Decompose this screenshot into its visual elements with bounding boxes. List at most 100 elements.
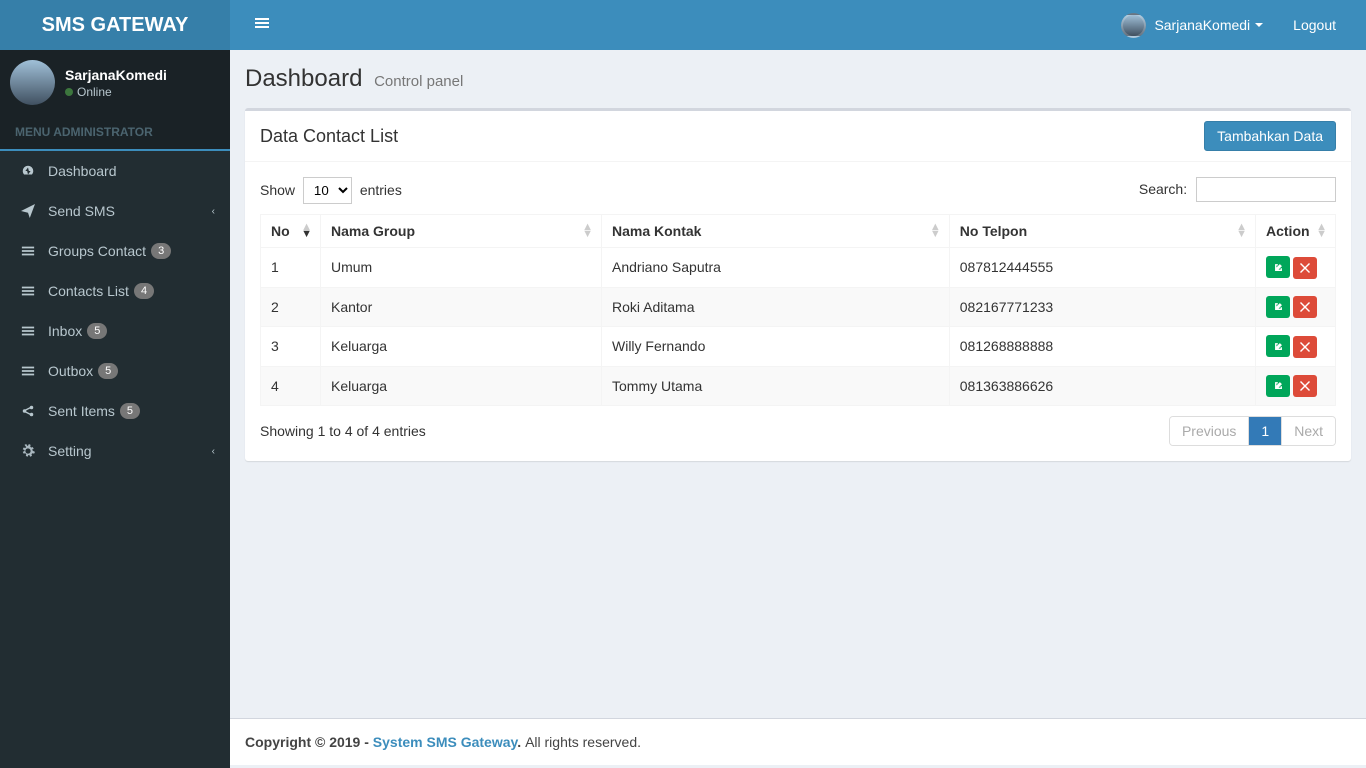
- search-label: Search:: [1139, 181, 1187, 197]
- rights-text: All rights reserved.: [525, 734, 641, 750]
- menu-icon: [255, 16, 269, 30]
- delete-button[interactable]: [1293, 336, 1317, 358]
- user-panel: SarjanaKomedi Online: [0, 50, 230, 115]
- avatar: [1121, 13, 1146, 38]
- col-kontak[interactable]: Nama Kontak ▲▼: [602, 215, 950, 248]
- sidebar-item-label: Setting: [48, 443, 92, 459]
- sidebar-item-outbox[interactable]: Outbox 5: [3, 351, 230, 391]
- col-group[interactable]: Nama Group ▲▼: [321, 215, 602, 248]
- edit-icon: [1273, 262, 1284, 273]
- cell-no: 4: [261, 366, 321, 406]
- cell-telpon: 082167771233: [949, 287, 1255, 327]
- badge: 5: [120, 403, 140, 419]
- setting-icon: [18, 444, 38, 458]
- caret-down-icon: [1255, 23, 1263, 27]
- table-row: 2KantorRoki Aditama082167771233: [261, 287, 1336, 327]
- delete-button[interactable]: [1293, 257, 1317, 279]
- show-suffix: entries: [360, 182, 402, 198]
- sidebar-item-label: Groups Contact: [48, 243, 146, 259]
- sidebar-toggle[interactable]: [245, 6, 279, 45]
- length-select[interactable]: 10: [303, 177, 352, 204]
- edit-button[interactable]: [1266, 256, 1290, 278]
- sidebar-item-label: Inbox: [48, 323, 82, 339]
- sent-items-icon: [18, 404, 38, 418]
- status-text: Online: [77, 85, 112, 99]
- cell-telpon: 081363886626: [949, 366, 1255, 406]
- cell-group: Keluarga: [321, 327, 602, 367]
- col-action: Action ▲▼: [1256, 215, 1336, 248]
- chevron-left-icon: ‹: [212, 446, 215, 457]
- cell-no: 1: [261, 248, 321, 288]
- sidebar-item-groups-contact[interactable]: Groups Contact 3: [3, 231, 230, 271]
- next-button[interactable]: Next: [1282, 417, 1335, 445]
- sidebar-item-send-sms[interactable]: Send SMS‹: [3, 191, 230, 231]
- copyright-text: Copyright © 2019 -: [245, 734, 373, 750]
- groups-contact-icon: [18, 244, 38, 258]
- cell-action: [1256, 366, 1336, 406]
- user-name-label: SarjanaKomedi: [65, 67, 167, 83]
- cell-kontak: Andriano Saputra: [602, 248, 950, 288]
- page-1-button[interactable]: 1: [1249, 417, 1281, 445]
- col-no-label: No: [271, 223, 290, 239]
- col-telpon[interactable]: No Telpon ▲▼: [949, 215, 1255, 248]
- sidebar-item-label: Contacts List: [48, 283, 129, 299]
- col-kontak-label: Nama Kontak: [612, 223, 701, 239]
- table-row: 1UmumAndriano Saputra087812444555: [261, 248, 1336, 288]
- badge: 5: [87, 323, 107, 339]
- edit-button[interactable]: [1266, 375, 1290, 397]
- sidebar-item-sent-items[interactable]: Sent Items 5: [3, 391, 230, 431]
- sort-icon: ▲▼: [1236, 224, 1247, 238]
- online-dot-icon: [65, 88, 73, 96]
- col-no[interactable]: No ▲▼: [261, 215, 321, 248]
- user-menu[interactable]: SarjanaKomedi: [1111, 3, 1273, 48]
- cell-telpon: 087812444555: [949, 248, 1255, 288]
- close-icon: [1300, 342, 1310, 352]
- delete-button[interactable]: [1293, 296, 1317, 318]
- sidebar-item-label: Sent Items: [48, 403, 115, 419]
- sidebar-item-dashboard[interactable]: Dashboard: [3, 151, 230, 191]
- cell-group: Keluarga: [321, 366, 602, 406]
- page-title: Dashboard Control panel: [245, 65, 463, 93]
- prev-button[interactable]: Previous: [1170, 417, 1248, 445]
- sidebar-item-setting[interactable]: Setting ‹: [3, 431, 230, 471]
- edit-button[interactable]: [1266, 296, 1290, 318]
- logout-link[interactable]: Logout: [1278, 2, 1351, 48]
- cell-action: [1256, 248, 1336, 288]
- footer: Copyright © 2019 - System SMS Gateway. A…: [230, 718, 1366, 765]
- badge: 5: [98, 363, 118, 379]
- badge: 4: [134, 283, 154, 299]
- delete-button[interactable]: [1293, 375, 1317, 397]
- cell-action: [1256, 287, 1336, 327]
- footer-link[interactable]: System SMS Gateway: [373, 734, 517, 750]
- sidebar-item-contacts-list[interactable]: Contacts List 4: [3, 271, 230, 311]
- sort-icon: ▲▼: [582, 224, 593, 238]
- cell-no: 3: [261, 327, 321, 367]
- sidebar-item-inbox[interactable]: Inbox 5: [3, 311, 230, 351]
- close-icon: [1300, 381, 1310, 391]
- box-title: Data Contact List: [260, 126, 398, 147]
- length-control: Show 10 entries: [260, 177, 402, 204]
- badge: 3: [151, 243, 171, 259]
- add-data-button[interactable]: Tambahkan Data: [1204, 121, 1336, 151]
- edit-button[interactable]: [1266, 335, 1290, 357]
- cell-group: Kantor: [321, 287, 602, 327]
- outbox-icon: [18, 364, 38, 378]
- sort-icon: ▲▼: [930, 224, 941, 238]
- cell-telpon: 081268888888: [949, 327, 1255, 367]
- user-status: Online: [65, 85, 167, 99]
- col-action-label: Action: [1266, 223, 1310, 239]
- contacts-list-icon: [18, 284, 38, 298]
- chevron-left-icon: ‹: [212, 206, 215, 217]
- search-input[interactable]: [1196, 177, 1336, 202]
- avatar: [10, 60, 55, 105]
- col-group-label: Nama Group: [331, 223, 415, 239]
- username-label: SarjanaKomedi: [1154, 17, 1250, 33]
- sidebar-item-label: Outbox: [48, 363, 93, 379]
- table-row: 4KeluargaTommy Utama081363886626: [261, 366, 1336, 406]
- cell-kontak: Tommy Utama: [602, 366, 950, 406]
- col-telpon-label: No Telpon: [960, 223, 1027, 239]
- cell-no: 2: [261, 287, 321, 327]
- sidebar-header: MENU ADMINISTRATOR: [0, 115, 230, 151]
- cell-kontak: Roki Aditama: [602, 287, 950, 327]
- brand-logo[interactable]: SMS GATEWAY: [0, 0, 230, 50]
